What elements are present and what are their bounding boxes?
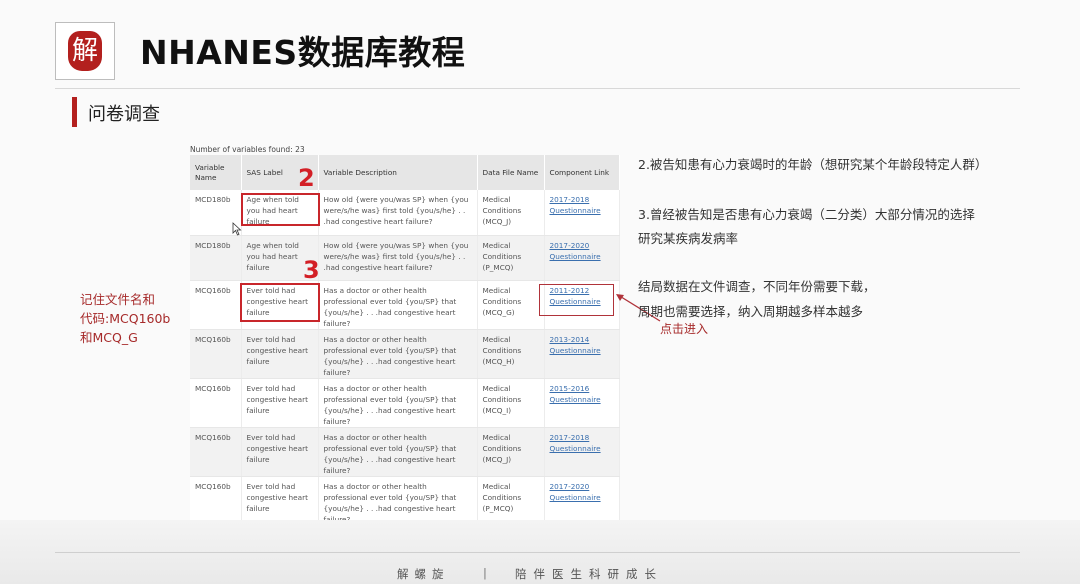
- footer-slogan: 陪伴医生科研成长: [515, 567, 663, 581]
- note-age-at-diagnosis: 2.被告知患有心力衰竭时的年龄（想研究某个年龄段特定人群）: [638, 157, 988, 172]
- table-row: MCD180b Age when told you had heart fail…: [190, 235, 620, 281]
- section-title: 问卷调查: [88, 104, 160, 125]
- note-ever-told-line1: 3.曾经被告知是否患有心力衰竭（二分类）大部分情况的选择: [638, 207, 975, 222]
- left-note-line: 代码:MCQ160b: [80, 311, 171, 326]
- column-header-variable-description[interactable]: Variable Description: [318, 155, 478, 190]
- click-hint: 点击进入: [660, 322, 709, 336]
- cell-sas-label: Ever told had congestive heart failure: [241, 378, 319, 428]
- cell-component-link: 2017-2018 Questionnaire: [544, 427, 620, 477]
- table-row: MCQ160b Ever told had congestive heart f…: [190, 427, 620, 477]
- footer-divider: [55, 552, 1020, 553]
- cell-description: Has a doctor or other health professiona…: [318, 427, 478, 477]
- highlight-box-age-label: [241, 193, 320, 226]
- left-note: 记住文件名和 代码:MCQ160b 和MCQ_G: [80, 290, 170, 347]
- component-link[interactable]: 2017-2020 Questionnaire: [550, 482, 601, 502]
- cell-component-link: 2017-2018 Questionnaire: [544, 190, 620, 236]
- cell-variable-name: MCQ160b: [190, 427, 242, 477]
- cell-description: Has a doctor or other health professiona…: [318, 476, 478, 526]
- component-link[interactable]: 2017-2018 Questionnaire: [550, 433, 601, 453]
- page-title: NHANES数据库教程: [140, 33, 466, 72]
- cell-description: How old {were you/was SP} when {you were…: [318, 235, 478, 281]
- cell-description: Has a doctor or other health professiona…: [318, 280, 478, 330]
- footer-separator: |: [483, 566, 487, 580]
- header-divider: [55, 88, 1020, 89]
- cell-description: Has a doctor or other health professiona…: [318, 329, 478, 379]
- cell-component-link: 2015-2016 Questionnaire: [544, 378, 620, 428]
- cell-data-file: Medical Conditions (P_MCQ): [477, 476, 545, 526]
- footer-brand: 解螺旋: [397, 567, 450, 581]
- cell-variable-name: MCQ160b: [190, 329, 242, 379]
- table-row: MCQ160b Ever told had congestive heart f…: [190, 378, 620, 428]
- table-row: MCQ160b Ever told had congestive heart f…: [190, 329, 620, 379]
- annotation-number-2: 2: [298, 164, 315, 192]
- cell-component-link: 2013-2014 Questionnaire: [544, 329, 620, 379]
- annotation-number-3: 3: [303, 256, 320, 284]
- cell-data-file: Medical Conditions (MCQ_G): [477, 280, 545, 330]
- note-outcome-line1: 结局数据在文件调查，不同年份需要下载，: [638, 279, 876, 294]
- component-link[interactable]: 2017-2020 Questionnaire: [550, 241, 601, 261]
- cell-variable-name: MCQ160b: [190, 378, 242, 428]
- component-link[interactable]: 2017-2018 Questionnaire: [550, 195, 601, 215]
- left-note-line: 记住文件名和: [80, 292, 156, 307]
- column-header-component-link[interactable]: Component Link: [544, 155, 620, 190]
- component-link[interactable]: 2015-2016 Questionnaire: [550, 384, 601, 404]
- column-header-variable-name[interactable]: Variable Name: [190, 155, 242, 190]
- note-outcome-line2: 周期也需要选择，纳入周期越多样本越多: [638, 304, 864, 319]
- seal-logo-icon: 解: [68, 31, 102, 71]
- slide: 解 NHANES数据库教程 问卷调查 Number of variables f…: [0, 0, 1080, 584]
- logo: 解: [55, 22, 115, 80]
- cell-description: Has a doctor or other health professiona…: [318, 378, 478, 428]
- cell-variable-name: MCQ160b: [190, 476, 242, 526]
- variable-count: Number of variables found: 23: [190, 145, 305, 154]
- cell-description: How old {were you/was SP} when {you were…: [318, 190, 478, 236]
- cell-sas-label: Ever told had congestive heart failure: [241, 329, 319, 379]
- component-link[interactable]: 2013-2014 Questionnaire: [550, 335, 601, 355]
- cell-data-file: Medical Conditions (MCQ_J): [477, 190, 545, 236]
- note-ever-told-line2: 研究某疾病发病率: [638, 231, 739, 246]
- cell-sas-label: Ever told had congestive heart failure: [241, 427, 319, 477]
- column-header-data-file-name[interactable]: Data File Name: [477, 155, 545, 190]
- left-note-line: 和MCQ_G: [80, 330, 138, 345]
- cell-component-link: 2017-2020 Questionnaire: [544, 235, 620, 281]
- table-header-row: Variable Name SAS Label Variable Descrip…: [190, 155, 620, 190]
- cell-data-file: Medical Conditions (MCQ_I): [477, 378, 545, 428]
- cell-data-file: Medical Conditions (MCQ_H): [477, 329, 545, 379]
- highlight-box-ever-told-label: [240, 283, 320, 322]
- cell-component-link: 2017-2020 Questionnaire: [544, 476, 620, 526]
- cell-variable-name: MCD180b: [190, 235, 242, 281]
- highlight-box-2011-link: [539, 284, 614, 316]
- cell-data-file: Medical Conditions (MCQ_J): [477, 427, 545, 477]
- section-accent-bar: [72, 97, 77, 127]
- table-row: MCQ160b Ever told had congestive heart f…: [190, 476, 620, 526]
- cell-data-file: Medical Conditions (P_MCQ): [477, 235, 545, 281]
- cell-sas-label: Ever told had congestive heart failure: [241, 476, 319, 526]
- cell-variable-name: MCQ160b: [190, 280, 242, 330]
